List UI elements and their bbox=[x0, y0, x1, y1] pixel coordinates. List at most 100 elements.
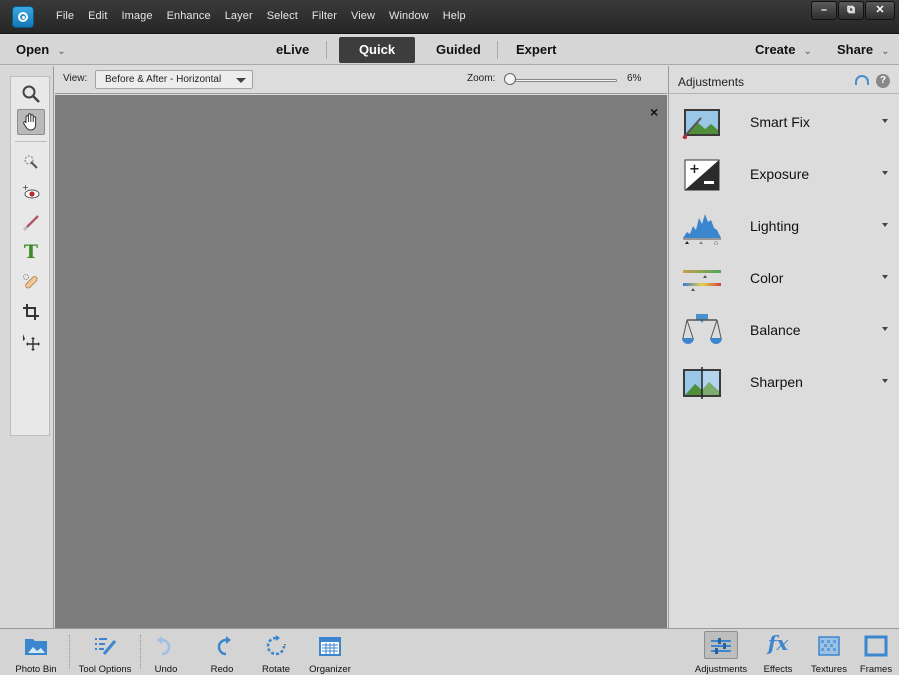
open-menu-button[interactable]: Open ⌄ bbox=[16, 35, 66, 65]
panel-header: Adjustments ? bbox=[669, 66, 899, 94]
chevron-down-icon bbox=[236, 78, 246, 83]
panel-title: Adjustments bbox=[678, 75, 745, 89]
chevron-down-icon[interactable] bbox=[882, 171, 888, 175]
view-label: View: bbox=[63, 73, 88, 84]
menu-enhance[interactable]: Enhance bbox=[167, 10, 211, 22]
redo-button[interactable]: Redo bbox=[202, 629, 242, 675]
menu-bar: File Edit Image Enhance Layer Select Fil… bbox=[56, 10, 480, 22]
chevron-down-icon: ⌄ bbox=[57, 46, 66, 57]
share-label: Share bbox=[837, 42, 874, 57]
adjustment-smart-fix[interactable]: Smart Fix bbox=[669, 98, 899, 150]
menu-view[interactable]: View bbox=[351, 10, 375, 22]
undo-label: Undo bbox=[154, 664, 178, 675]
menu-file[interactable]: File bbox=[56, 10, 74, 22]
lighting-histogram-icon bbox=[683, 214, 721, 245]
divider bbox=[497, 41, 498, 59]
adjustment-lighting[interactable]: Lighting bbox=[669, 202, 899, 254]
hand-tool-icon[interactable] bbox=[17, 109, 45, 135]
chevron-down-icon[interactable] bbox=[882, 327, 888, 331]
adjustment-sharpen[interactable]: Sharpen bbox=[669, 358, 899, 410]
frames-button[interactable]: Frames bbox=[856, 629, 896, 675]
adjustment-label: Sharpen bbox=[750, 374, 803, 390]
tool-options-button[interactable]: Tool Options bbox=[72, 629, 138, 675]
tool-column: + T bbox=[10, 76, 50, 436]
chevron-down-icon[interactable] bbox=[882, 223, 888, 227]
effects-label: Effects bbox=[763, 664, 793, 675]
adjustments-button[interactable]: Adjustments bbox=[690, 629, 752, 675]
menu-image[interactable]: Image bbox=[121, 10, 152, 22]
undo-button[interactable]: Undo bbox=[146, 629, 186, 675]
effects-button[interactable]: fx Effects bbox=[758, 629, 798, 675]
reset-icon[interactable] bbox=[855, 75, 869, 85]
chevron-down-icon[interactable] bbox=[882, 275, 888, 279]
organizer-button[interactable]: Organizer bbox=[302, 629, 358, 675]
tool-options-label: Tool Options bbox=[78, 664, 132, 675]
zoom-tool-icon[interactable] bbox=[17, 81, 45, 107]
frames-icon bbox=[864, 635, 888, 657]
create-label: Create bbox=[755, 42, 796, 57]
organizer-icon bbox=[319, 637, 341, 656]
color-sliders-icon bbox=[683, 270, 721, 291]
zoom-slider-track[interactable] bbox=[505, 79, 617, 82]
divider bbox=[140, 635, 141, 669]
adjustments-panel: Adjustments ? Smart Fix + Exposure Light… bbox=[668, 66, 899, 628]
menu-layer[interactable]: Layer bbox=[225, 10, 253, 22]
move-tool-icon[interactable] bbox=[17, 329, 45, 355]
close-document-button[interactable]: × bbox=[650, 104, 658, 120]
red-eye-tool-icon[interactable]: + bbox=[17, 179, 45, 205]
sharpen-icon bbox=[683, 367, 721, 399]
menu-edit[interactable]: Edit bbox=[88, 10, 107, 22]
divider bbox=[326, 41, 327, 59]
tab-guided[interactable]: Guided bbox=[436, 35, 481, 65]
view-mode-value: Before & After - Horizontal bbox=[105, 74, 222, 85]
organizer-label: Organizer bbox=[309, 664, 351, 675]
help-icon[interactable]: ? bbox=[876, 74, 890, 88]
textures-label: Textures bbox=[811, 664, 847, 675]
zoom-label: Zoom: bbox=[467, 73, 496, 84]
type-tool-icon[interactable]: T bbox=[17, 239, 45, 265]
view-mode-select[interactable]: Before & After - Horizontal bbox=[95, 70, 253, 89]
menu-help[interactable]: Help bbox=[443, 10, 466, 22]
photo-bin-button[interactable]: Photo Bin bbox=[4, 629, 68, 675]
balance-scale-icon bbox=[682, 314, 722, 344]
adjustment-label: Color bbox=[750, 270, 784, 286]
image-canvas[interactable] bbox=[55, 95, 667, 628]
textures-icon bbox=[818, 636, 840, 656]
adjustment-label: Exposure bbox=[750, 166, 810, 182]
spot-healing-brush-tool-icon[interactable] bbox=[17, 269, 45, 295]
adjustment-color[interactable]: Color bbox=[669, 254, 899, 306]
divider bbox=[15, 141, 47, 142]
tab-expert[interactable]: Expert bbox=[516, 35, 556, 65]
menu-filter[interactable]: Filter bbox=[312, 10, 337, 22]
menu-window[interactable]: Window bbox=[389, 10, 429, 22]
minimize-button[interactable]: – bbox=[811, 1, 837, 20]
redo-icon bbox=[217, 636, 231, 656]
chevron-down-icon[interactable] bbox=[882, 379, 888, 383]
adjustment-exposure[interactable]: + Exposure bbox=[669, 150, 899, 202]
close-window-button[interactable]: ✕ bbox=[865, 1, 895, 20]
crop-tool-icon[interactable] bbox=[17, 299, 45, 325]
adjustment-label: Lighting bbox=[750, 218, 800, 234]
whiten-teeth-tool-icon[interactable] bbox=[17, 209, 45, 235]
menu-select[interactable]: Select bbox=[267, 10, 298, 22]
tab-quick[interactable]: Quick bbox=[339, 37, 415, 63]
textures-button[interactable]: Textures bbox=[806, 629, 852, 675]
app-logo-icon bbox=[12, 6, 34, 28]
chevron-down-icon: ⌄ bbox=[881, 46, 890, 57]
tab-elive[interactable]: eLive bbox=[276, 35, 309, 65]
restore-button[interactable]: ⧉ bbox=[838, 1, 864, 20]
create-menu-button[interactable]: Create ⌄ bbox=[755, 35, 812, 65]
fx-icon: fx bbox=[767, 631, 789, 655]
chevron-down-icon[interactable] bbox=[882, 119, 888, 123]
adjustment-label: Smart Fix bbox=[750, 114, 810, 130]
share-menu-button[interactable]: Share ⌄ bbox=[837, 35, 890, 65]
adjustments-sliders-icon bbox=[711, 638, 731, 654]
quick-selection-tool-icon[interactable] bbox=[17, 149, 45, 175]
title-bar: File Edit Image Enhance Layer Select Fil… bbox=[0, 0, 899, 34]
rotate-button[interactable]: Rotate bbox=[256, 629, 296, 675]
adjustment-label: Balance bbox=[750, 322, 801, 338]
adjustment-balance[interactable]: Balance bbox=[669, 306, 899, 358]
zoom-slider-thumb[interactable] bbox=[504, 73, 516, 85]
frames-label: Frames bbox=[859, 664, 893, 675]
photo-bin-label: Photo Bin bbox=[15, 664, 57, 675]
